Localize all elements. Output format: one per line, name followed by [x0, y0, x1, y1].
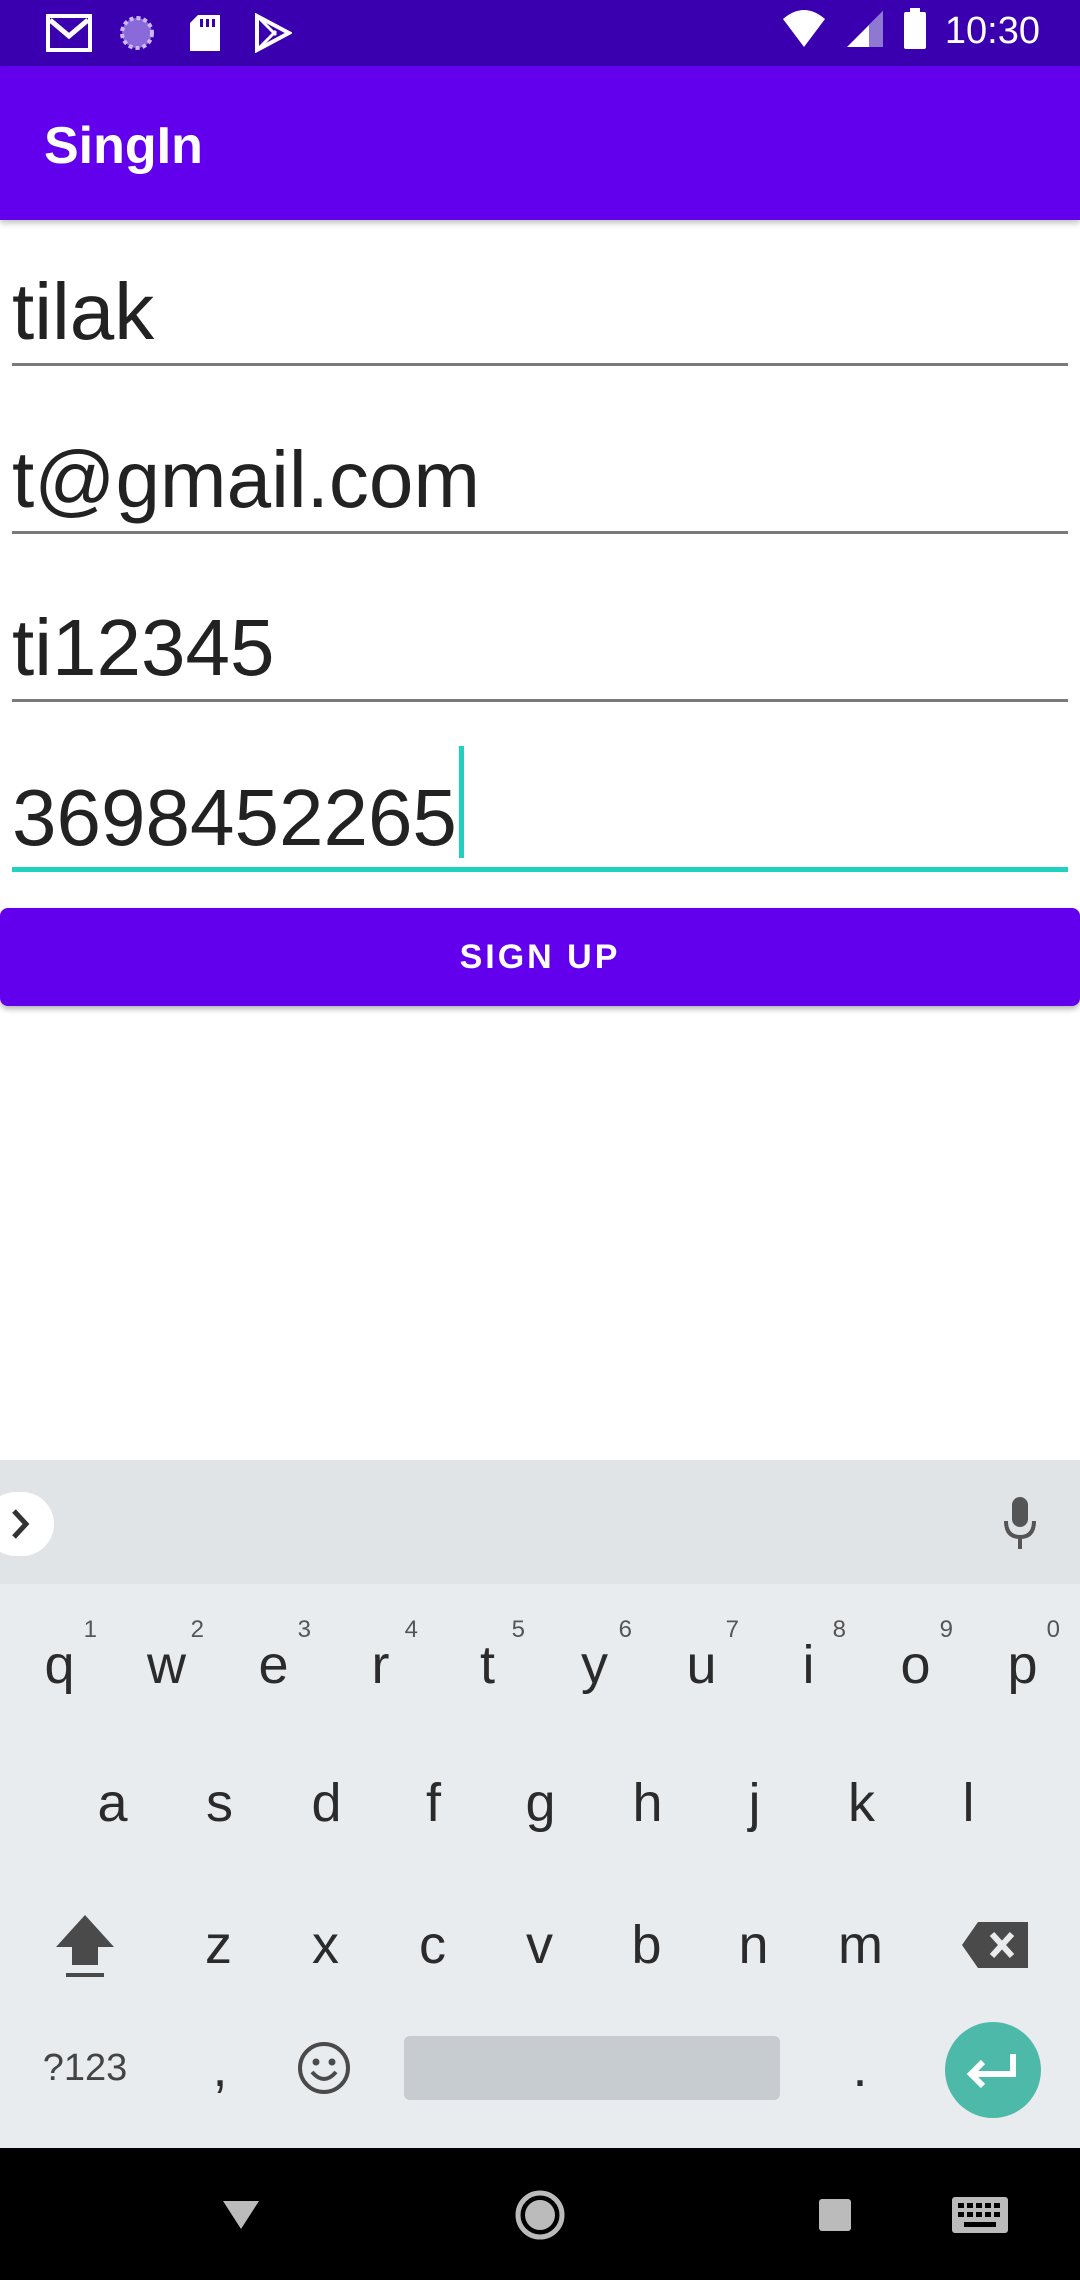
period-key[interactable]: .	[820, 2020, 900, 2116]
email-field-underline	[12, 531, 1068, 534]
key-c[interactable]: c	[379, 1890, 486, 2000]
name-field-underline	[12, 363, 1068, 366]
enter-key[interactable]	[945, 2022, 1041, 2118]
wifi-icon	[781, 9, 827, 54]
password-field[interactable]: ti12345	[12, 572, 1068, 702]
key-t[interactable]: t5	[434, 1610, 541, 1720]
status-bar: 10:30	[0, 0, 1080, 66]
key-label: t	[479, 1635, 495, 1695]
text-cursor	[458, 746, 464, 858]
key-w[interactable]: w2	[113, 1610, 220, 1720]
space-bar[interactable]	[404, 2036, 780, 2100]
sd-card-icon	[182, 10, 228, 56]
emoji-key[interactable]	[282, 2020, 366, 2116]
key-hint: 2	[190, 1616, 204, 1643]
page-title: SingIn	[44, 117, 203, 175]
key-hint: 1	[83, 1616, 97, 1643]
key-j[interactable]: j	[701, 1748, 808, 1858]
key-n[interactable]: n	[700, 1890, 807, 2000]
name-field[interactable]: tilak	[12, 236, 1068, 366]
key-a[interactable]: a	[59, 1748, 166, 1858]
key-hint: 8	[832, 1616, 846, 1643]
navigation-bar	[0, 2148, 1080, 2280]
key-hint: 9	[939, 1616, 953, 1643]
signal-icon	[845, 9, 885, 54]
phone-field-content: 3698452265	[12, 746, 464, 858]
key-label: o	[900, 1635, 931, 1695]
soft-keyboard: q1w2e3r4t5y6u7i8o9p0 asdfghjkl zxcvbnm ?…	[0, 1460, 1080, 2148]
key-hint: 4	[404, 1616, 418, 1643]
signup-button[interactable]: SIGN UP	[0, 908, 1080, 1006]
key-hint: 5	[511, 1616, 525, 1643]
key-label: w	[147, 1635, 186, 1695]
microphone-icon[interactable]	[990, 1490, 1050, 1556]
shift-key[interactable]	[40, 1890, 130, 2000]
password-field-underline	[12, 699, 1068, 702]
battery-icon	[903, 8, 927, 55]
app-bar: SingIn	[0, 66, 1080, 220]
key-v[interactable]: v	[486, 1890, 593, 2000]
key-o[interactable]: o9	[862, 1610, 969, 1720]
key-label: q	[44, 1635, 75, 1695]
phone-field[interactable]: 3698452265	[12, 742, 1068, 872]
key-p[interactable]: p0	[969, 1610, 1076, 1720]
key-r[interactable]: r4	[327, 1610, 434, 1720]
suggestion-strip	[0, 1460, 1080, 1584]
key-label: u	[686, 1635, 717, 1695]
comma-key[interactable]: ,	[180, 2020, 260, 2116]
sync-icon	[114, 10, 160, 56]
key-z[interactable]: z	[165, 1890, 272, 2000]
key-y[interactable]: y6	[541, 1610, 648, 1720]
key-hint: 6	[618, 1616, 632, 1643]
return-arrow-icon	[966, 2054, 1016, 2089]
email-field[interactable]: t@gmail.com	[12, 404, 1068, 534]
key-q[interactable]: q1	[6, 1610, 113, 1720]
key-x[interactable]: x	[272, 1890, 379, 2000]
key-g[interactable]: g	[487, 1748, 594, 1858]
play-store-icon	[250, 10, 296, 56]
recents-icon[interactable]	[800, 2180, 870, 2250]
gmail-icon	[46, 10, 92, 56]
status-time: 10:30	[944, 10, 1040, 52]
phone-field-underline	[12, 867, 1068, 872]
key-hint: 7	[725, 1616, 739, 1643]
key-f[interactable]: f	[380, 1748, 487, 1858]
keyboard-switch-icon[interactable]	[945, 2180, 1015, 2250]
symbols-key[interactable]: ?123	[30, 2020, 140, 2116]
key-u[interactable]: u7	[648, 1610, 755, 1720]
password-field-value: ti12345	[12, 603, 275, 692]
key-l[interactable]: l	[915, 1748, 1022, 1858]
key-s[interactable]: s	[166, 1748, 273, 1858]
key-e[interactable]: e3	[220, 1610, 327, 1720]
name-field-value: tilak	[12, 267, 155, 356]
key-m[interactable]: m	[807, 1890, 914, 2000]
key-label: e	[258, 1635, 289, 1695]
email-field-value: t@gmail.com	[12, 435, 480, 524]
key-label: p	[1007, 1635, 1038, 1695]
key-k[interactable]: k	[808, 1748, 915, 1858]
key-b[interactable]: b	[593, 1890, 700, 2000]
key-hint: 3	[297, 1616, 311, 1643]
chevron-right-icon[interactable]	[0, 1492, 54, 1556]
key-i[interactable]: i8	[755, 1610, 862, 1720]
back-icon[interactable]	[206, 2180, 276, 2250]
key-label: i	[802, 1635, 815, 1695]
key-label: y	[581, 1635, 608, 1695]
home-icon[interactable]	[505, 2180, 575, 2250]
key-h[interactable]: h	[594, 1748, 701, 1858]
key-hint: 0	[1046, 1616, 1060, 1643]
key-label: r	[371, 1635, 390, 1695]
phone-field-value: 3698452265	[12, 773, 457, 862]
key-d[interactable]: d	[273, 1748, 380, 1858]
backspace-key[interactable]	[950, 1890, 1040, 2000]
